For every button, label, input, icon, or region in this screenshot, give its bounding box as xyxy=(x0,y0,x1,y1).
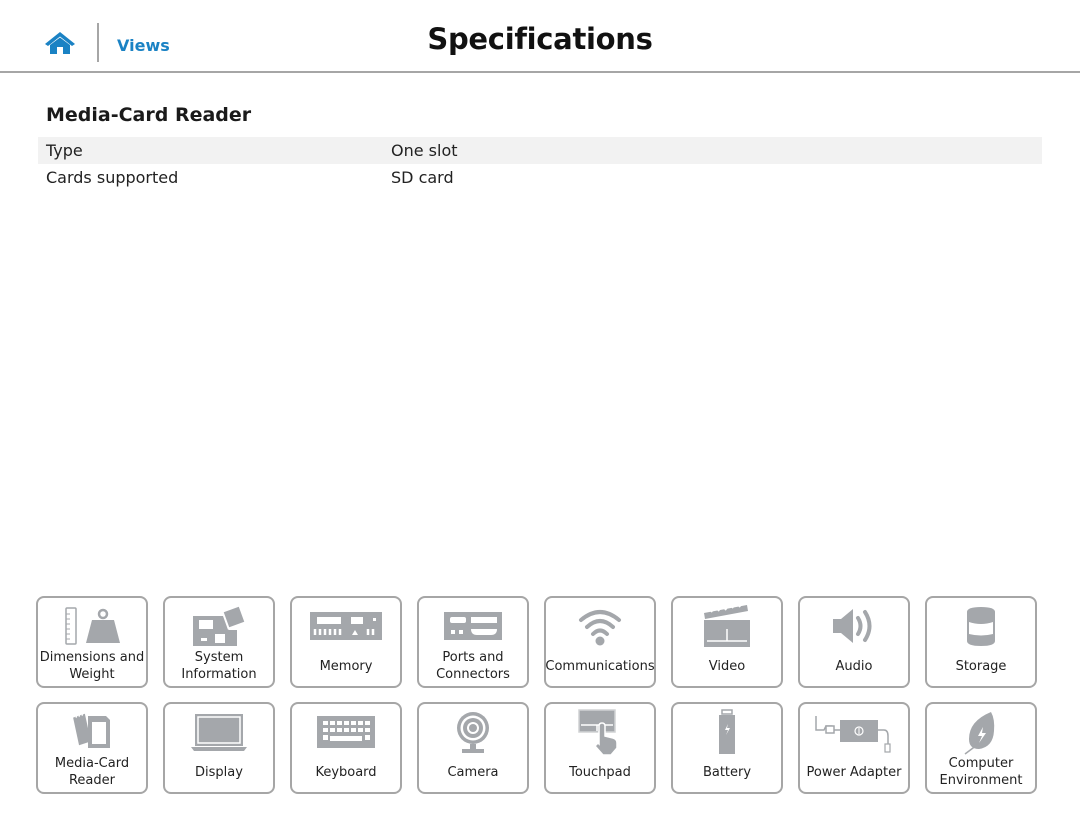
tile-label: Keyboard xyxy=(315,764,377,780)
section-title: Media-Card Reader xyxy=(46,104,252,126)
tile-label: Battery xyxy=(702,764,752,780)
tile-media-card-reader[interactable]: Media-Card Reader xyxy=(36,702,148,794)
webcam-icon xyxy=(457,712,489,753)
spec-value: One slot xyxy=(391,141,458,160)
tile-dimensions-and-weight[interactable]: Dimensions and Weight xyxy=(36,596,148,688)
leaf-icon xyxy=(964,712,995,755)
clapperboard-icon xyxy=(704,603,750,647)
spec-row: Cards supported SD card xyxy=(38,164,1042,191)
storage-drive-icon xyxy=(967,607,995,646)
spec-value: SD card xyxy=(391,168,454,187)
tile-label: Power Adapter xyxy=(806,764,902,780)
wifi-icon xyxy=(579,610,621,646)
tile-keyboard[interactable]: Keyboard xyxy=(290,702,402,794)
tile-battery[interactable]: Battery xyxy=(671,702,783,794)
battery-icon xyxy=(719,709,735,754)
laptop-display-icon xyxy=(191,714,247,751)
tile-label: Display xyxy=(195,764,243,780)
tile-video[interactable]: Video xyxy=(671,596,783,688)
spec-label: Cards supported xyxy=(46,168,179,187)
tile-memory[interactable]: Memory xyxy=(290,596,402,688)
tile-display[interactable]: Display xyxy=(163,702,275,794)
tile-label: Camera xyxy=(447,764,499,780)
tile-power-adapter[interactable]: Power Adapter xyxy=(798,702,910,794)
sd-card-icon xyxy=(73,712,110,748)
ports-icon xyxy=(444,612,502,640)
tile-ports-and-connectors[interactable]: Ports and Connectors xyxy=(417,596,529,688)
tile-storage[interactable]: Storage xyxy=(925,596,1037,688)
tile-label: System Information xyxy=(181,650,257,682)
spec-table: Type One slot Cards supported SD card xyxy=(38,137,1042,191)
spec-row: Type One slot xyxy=(38,137,1042,164)
page-title: Specifications xyxy=(427,22,653,56)
spec-label: Type xyxy=(46,141,83,160)
tile-label: Computer Environment xyxy=(939,756,1023,788)
tile-label: Ports and Connectors xyxy=(436,650,510,682)
tile-label: Memory xyxy=(319,658,373,674)
tile-camera[interactable]: Camera xyxy=(417,702,529,794)
tile-communications[interactable]: Communications xyxy=(544,596,656,688)
tile-label: Video xyxy=(708,658,746,674)
tile-label: Audio xyxy=(835,658,873,674)
tile-system-information[interactable]: System Information xyxy=(163,596,275,688)
tile-touchpad[interactable]: Touchpad xyxy=(544,702,656,794)
speaker-icon xyxy=(833,609,872,643)
tile-label: Dimensions and Weight xyxy=(39,650,145,682)
memory-module-icon xyxy=(310,612,382,640)
tile-audio[interactable]: Audio xyxy=(798,596,910,688)
keyboard-icon xyxy=(317,716,375,748)
touchpad-icon xyxy=(578,709,618,756)
header-bar: Views Specifications xyxy=(0,0,1080,73)
tile-label: Storage xyxy=(955,658,1007,674)
power-adapter-icon xyxy=(815,716,891,753)
weight-ruler-icon xyxy=(65,607,120,645)
motherboard-icon xyxy=(193,604,247,646)
tile-label: Media-Card Reader xyxy=(54,756,130,788)
tile-label: Communications xyxy=(545,658,655,674)
tile-computer-environment[interactable]: Computer Environment xyxy=(925,702,1037,794)
tile-label: Touchpad xyxy=(569,764,631,780)
